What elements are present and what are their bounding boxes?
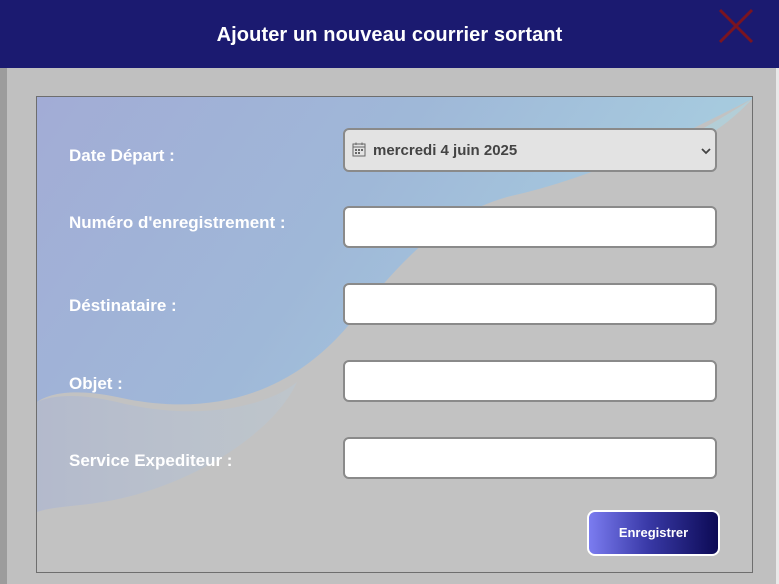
label-service-expediteur: Service Expediteur : — [69, 451, 233, 470]
save-button[interactable]: Enregistrer — [587, 510, 720, 556]
numero-enregistrement-input[interactable] — [345, 208, 715, 246]
label-numero-enregistrement: Numéro d'enregistrement : — [69, 213, 286, 232]
calendar-icon — [352, 142, 366, 157]
date-depart-value: mercredi 4 juin 2025 — [373, 142, 518, 159]
service-expediteur-field[interactable] — [343, 437, 717, 479]
dialog-title: Ajouter un nouveau courrier sortant — [216, 24, 563, 46]
form-panel: Date Départ : mercredi 4 juin 2025 Numér… — [36, 96, 753, 573]
label-objet: Objet : — [69, 374, 123, 393]
destinataire-field[interactable] — [343, 283, 717, 325]
label-destinataire: Déstinataire : — [69, 296, 177, 315]
date-depart-picker[interactable]: mercredi 4 juin 2025 — [343, 128, 717, 172]
chevron-down-icon[interactable] — [700, 145, 712, 157]
window-edge-left — [0, 0, 7, 584]
service-expediteur-input[interactable] — [345, 439, 715, 477]
close-button[interactable] — [714, 4, 758, 48]
dialog-title-bar: Ajouter un nouveau courrier sortant — [0, 0, 779, 68]
label-date-depart: Date Départ : — [69, 146, 175, 165]
close-x-icon — [718, 8, 754, 44]
objet-field[interactable] — [343, 360, 717, 402]
objet-input[interactable] — [345, 362, 715, 400]
destinataire-input[interactable] — [345, 285, 715, 323]
numero-enregistrement-field[interactable] — [343, 206, 717, 248]
